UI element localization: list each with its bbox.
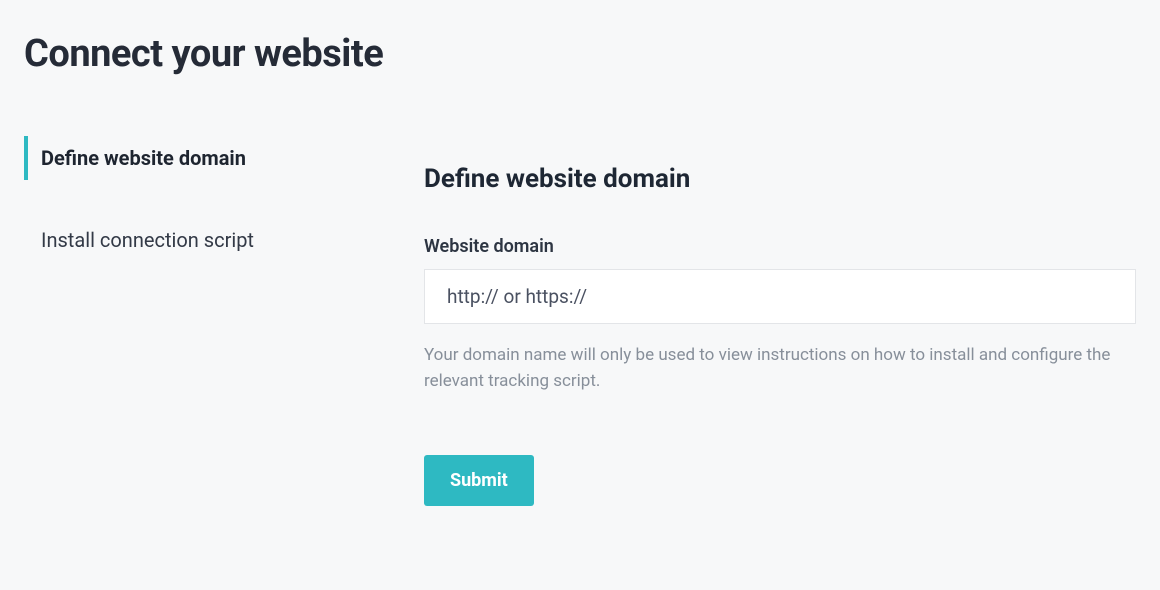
domain-helper-text: Your domain name will only be used to vi…: [424, 342, 1124, 395]
sidebar-item-label: Define website domain: [41, 146, 246, 170]
step-sidebar: Define website domain Install connection…: [24, 136, 394, 506]
main-panel: Define website domain Website domain You…: [424, 136, 1136, 506]
page-title: Connect your website: [0, 0, 1160, 76]
sidebar-item-install-script[interactable]: Install connection script: [24, 218, 394, 262]
section-heading: Define website domain: [424, 164, 1136, 194]
sidebar-item-label: Install connection script: [41, 228, 254, 252]
submit-button[interactable]: Submit: [424, 455, 534, 506]
sidebar-item-define-domain[interactable]: Define website domain: [24, 136, 394, 180]
domain-field-label: Website domain: [424, 236, 1136, 257]
content-container: Define website domain Install connection…: [0, 76, 1160, 506]
domain-input[interactable]: [424, 269, 1136, 324]
